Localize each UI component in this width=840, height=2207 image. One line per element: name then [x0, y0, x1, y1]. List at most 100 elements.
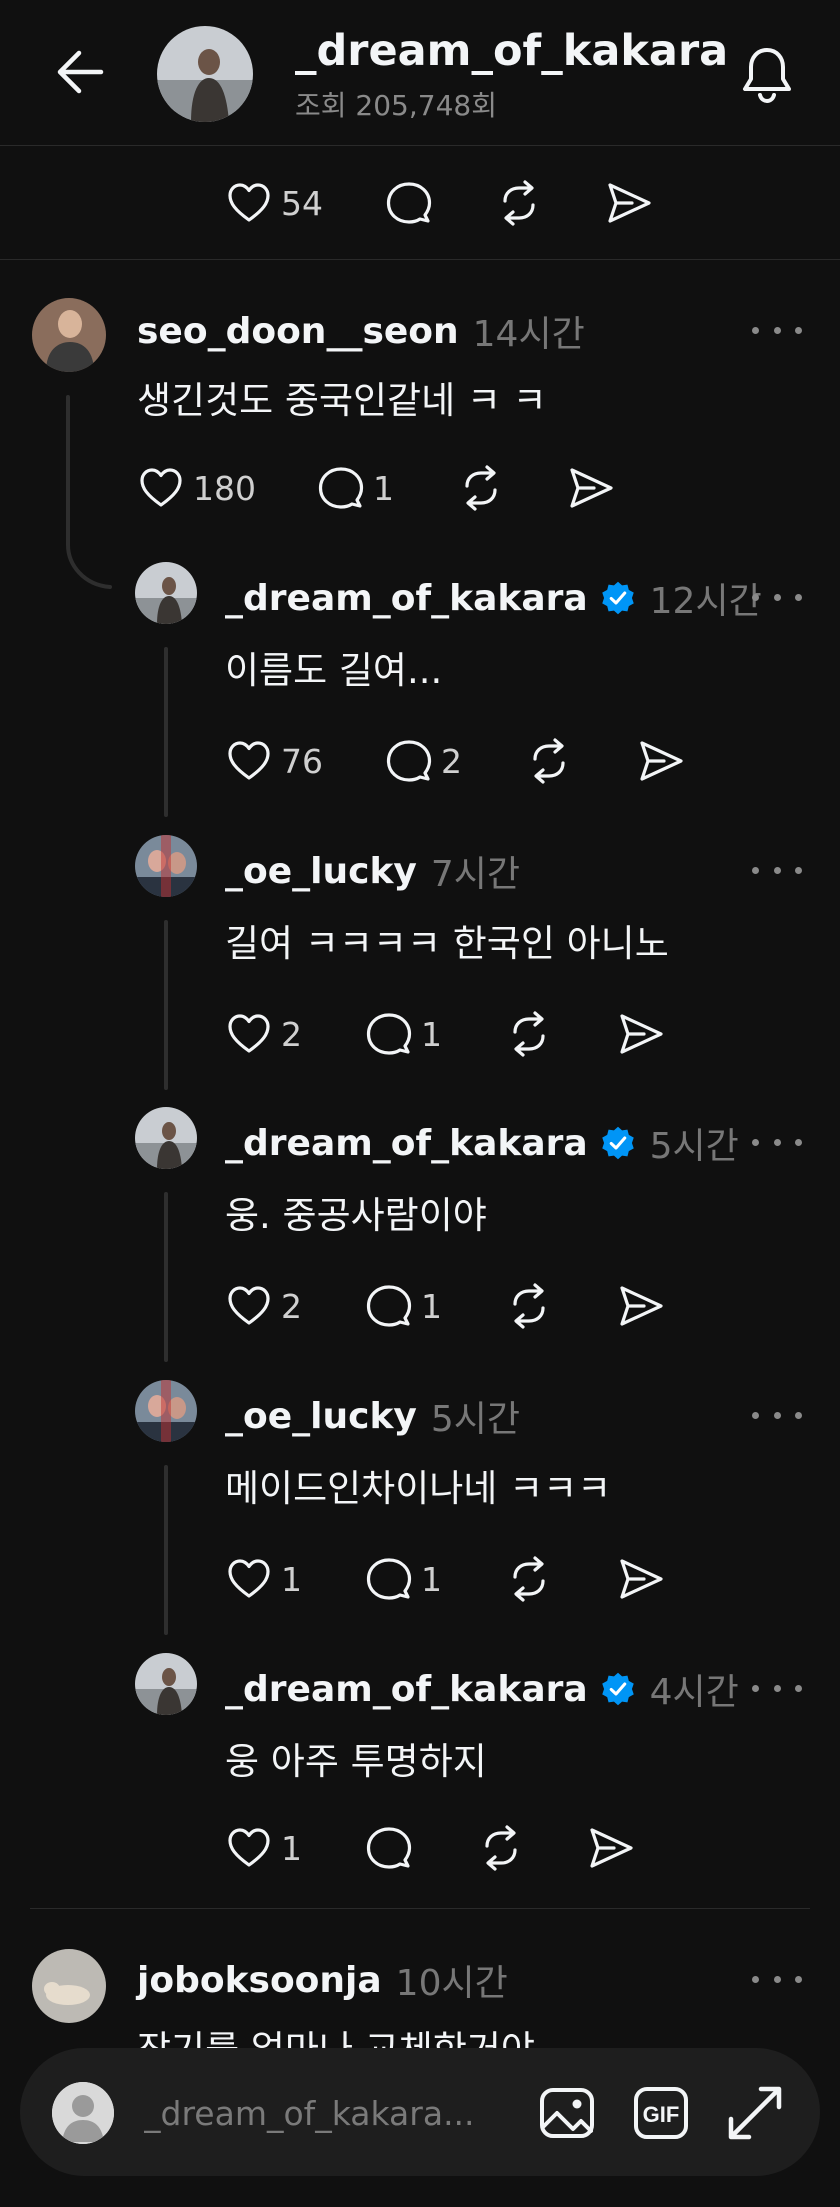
comment-text: 이름도 길여...	[225, 649, 443, 692]
repost-button[interactable]	[525, 731, 573, 791]
send-icon	[605, 179, 653, 227]
notifications-button[interactable]	[735, 40, 799, 110]
more-dots-icon[interactable]	[752, 315, 802, 345]
share-button[interactable]	[567, 458, 615, 518]
username: _dream_of_kakara	[225, 1122, 588, 1164]
share-button[interactable]	[617, 1004, 665, 1064]
comment-username[interactable]: seo_doon__seon 14시간	[137, 305, 585, 357]
comment-text: 웅. 중공사람이야	[225, 1194, 487, 1237]
share-button[interactable]	[617, 1549, 665, 1609]
avatar	[52, 2082, 114, 2144]
heart-icon	[225, 1824, 273, 1872]
avatar[interactable]	[135, 1380, 197, 1442]
repost-button[interactable]	[495, 173, 543, 233]
back-button[interactable]	[50, 40, 110, 104]
comment-text: 생긴것도 중국인같네 ㅋ ㅋ	[137, 379, 547, 422]
username: joboksoonja	[137, 1959, 382, 2001]
username: _dream_of_kakara	[225, 577, 588, 619]
comment: _dream_of_kakara 12시간 이름도 길여... 76 2	[0, 555, 840, 827]
avatar[interactable]	[32, 1949, 106, 2023]
arrow-left-icon	[57, 50, 104, 94]
reply-button[interactable]: 1	[365, 1549, 442, 1609]
comment: joboksoonja 10시간 장기를 얼마나 교체한거야	[0, 1909, 840, 2049]
like-button[interactable]: 180	[137, 458, 256, 518]
repost-icon	[505, 1555, 553, 1603]
comment-username[interactable]: _dream_of_kakara 4시간	[225, 1663, 739, 1715]
image-button[interactable]	[534, 2080, 600, 2146]
comment-username[interactable]: _oe_lucky 5시간	[225, 1390, 520, 1442]
thread-line	[164, 1465, 168, 1635]
more-dots-icon[interactable]	[752, 1964, 802, 1994]
view-count: 조회 205,748회	[295, 89, 497, 122]
share-button[interactable]	[587, 1818, 635, 1878]
reply-count: 1	[421, 1014, 442, 1054]
share-button[interactable]	[637, 731, 685, 791]
more-dots-icon[interactable]	[752, 1127, 802, 1157]
reply-button[interactable]	[385, 173, 433, 233]
reply-button[interactable]: 1	[365, 1276, 442, 1336]
heart-icon	[225, 1555, 273, 1603]
verified-badge-icon	[600, 1125, 636, 1161]
username: _dream_of_kakara	[225, 1668, 588, 1710]
reply-button[interactable]: 2	[385, 731, 462, 791]
timestamp: 14시간	[472, 314, 585, 355]
send-icon	[567, 464, 615, 512]
like-count: 76	[281, 741, 323, 781]
like-button[interactable]: 76	[225, 731, 323, 791]
repost-button[interactable]	[505, 1549, 553, 1609]
send-icon	[617, 1555, 665, 1603]
avatar[interactable]	[32, 298, 106, 372]
reply-input[interactable]	[144, 2082, 524, 2144]
like-count: 1	[281, 1828, 302, 1868]
repost-button[interactable]	[457, 458, 505, 518]
comment: _oe_lucky 5시간 메이드인차이나네 ㅋㅋㅋ 1 1	[0, 1373, 840, 1645]
like-button[interactable]: 1	[225, 1549, 302, 1609]
thread-line	[164, 1192, 168, 1362]
like-button[interactable]: 1	[225, 1818, 302, 1878]
repost-button[interactable]	[477, 1818, 525, 1878]
reply-count: 1	[421, 1286, 442, 1326]
avatar[interactable]	[135, 1653, 197, 1715]
gif-icon: GIF	[634, 2087, 688, 2139]
comment-username[interactable]: _dream_of_kakara 12시간	[225, 572, 762, 624]
username: _oe_lucky	[225, 850, 417, 892]
heart-icon	[225, 737, 273, 785]
send-icon	[637, 737, 685, 785]
more-dots-icon[interactable]	[752, 582, 802, 612]
comment-username[interactable]: _dream_of_kakara 5시간	[225, 1117, 739, 1169]
more-dots-icon[interactable]	[752, 855, 802, 885]
reply-count: 1	[421, 1559, 442, 1599]
reply-button[interactable]	[365, 1818, 413, 1878]
speech-bubble-icon	[385, 179, 433, 227]
speech-bubble-icon	[317, 464, 365, 512]
share-button[interactable]	[605, 173, 653, 233]
like-button[interactable]: 54	[225, 173, 323, 233]
like-count: 180	[193, 468, 256, 508]
like-count: 2	[281, 1286, 302, 1326]
comment-username[interactable]: joboksoonja 10시간	[137, 1954, 508, 2006]
repost-button[interactable]	[505, 1276, 553, 1336]
like-count: 2	[281, 1014, 302, 1054]
like-button[interactable]: 2	[225, 1276, 302, 1336]
timestamp: 7시간	[430, 854, 521, 895]
profile-avatar[interactable]	[157, 26, 253, 122]
share-button[interactable]	[617, 1276, 665, 1336]
post-actions: 54	[0, 146, 840, 260]
expand-button[interactable]	[722, 2080, 788, 2146]
more-dots-icon[interactable]	[752, 1400, 802, 1430]
gif-button[interactable]: GIF	[628, 2080, 694, 2146]
reply-button[interactable]: 1	[317, 458, 394, 518]
avatar[interactable]	[135, 562, 197, 624]
comment-text: 길여 ㅋㅋㅋㅋ 한국인 아니노	[225, 922, 669, 965]
timestamp: 5시간	[649, 1126, 739, 1167]
header: _dream_of_kakara 조회 205,748회	[0, 0, 840, 146]
avatar[interactable]	[135, 835, 197, 897]
username: seo_doon__seon	[137, 310, 459, 352]
like-button[interactable]: 2	[225, 1004, 302, 1064]
reply-button[interactable]: 1	[365, 1004, 442, 1064]
repost-icon	[525, 737, 573, 785]
avatar[interactable]	[135, 1107, 197, 1169]
repost-button[interactable]	[505, 1004, 553, 1064]
more-dots-icon[interactable]	[752, 1673, 802, 1703]
comment-username[interactable]: _oe_lucky 7시간	[225, 845, 520, 897]
